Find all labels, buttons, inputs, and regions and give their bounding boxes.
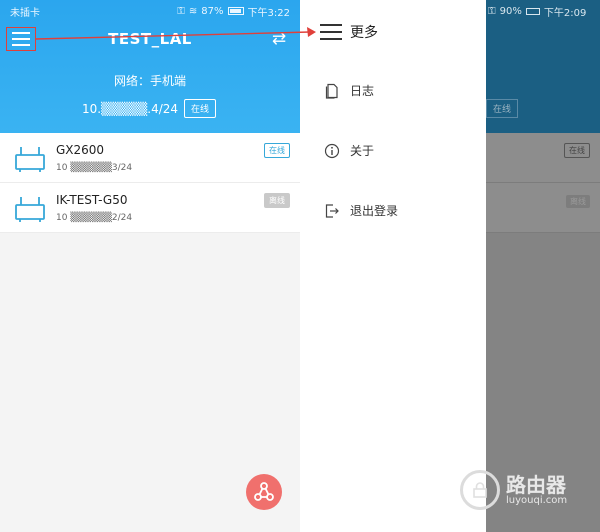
key-icon: ⚿ <box>177 5 185 17</box>
device-row: 离线 <box>486 183 600 233</box>
carrier-text: 未插卡 <box>10 7 40 19</box>
device-ip: 10 ▒▒▒▒▒▒2/24 <box>56 213 133 223</box>
device-row[interactable]: GX2600 10 ▒▒▒▒▒▒3/24 在线 <box>0 133 300 183</box>
battery-icon <box>227 7 244 15</box>
swap-icon[interactable]: ⇄ <box>268 29 290 49</box>
device-ip-prefix: 10 <box>56 213 68 223</box>
device-ip-suffix: 2/24 <box>111 213 133 223</box>
battery-percent: 90% <box>499 5 522 17</box>
ip-prefix: 10. <box>82 101 102 116</box>
clock: 下午3:22 <box>247 7 290 19</box>
screenshot-root: 未插卡 ⚿ ≋ 87% 下午3:22 TEST_LAL ⇄ 网络：手机端 10.… <box>0 0 600 532</box>
document-icon <box>325 83 338 99</box>
device-ip: 10 ▒▒▒▒▒▒3/24 <box>56 163 133 173</box>
status-bar: ⚿ 90% 下午2:09 <box>486 0 600 22</box>
status-bar: 未插卡 ⚿ ≋ 87% 下午3:22 <box>0 0 300 22</box>
watermark-brand: 路由器 <box>506 472 566 497</box>
battery-icon <box>525 7 540 15</box>
online-badge: 在线 <box>184 99 217 118</box>
topology-fab-button[interactable] <box>246 474 282 510</box>
ip-blurred: ▒▒▒▒▒ <box>101 101 148 116</box>
phone-main-screen: 未插卡 ⚿ ≋ 87% 下午3:22 TEST_LAL ⇄ 网络：手机端 10.… <box>0 0 300 532</box>
clock: 下午2:09 <box>543 7 587 19</box>
battery-percent: 87% <box>201 5 224 17</box>
device-name: IK-TEST-G50 <box>56 193 128 207</box>
watermark-site: luyouqi.com <box>506 494 568 506</box>
drawer-item-logout[interactable]: 退出登录 <box>324 202 398 219</box>
drawer-item-label: 退出登录 <box>350 204 399 218</box>
ip-address: 10.▒▒▒▒▒.4/24 <box>82 102 178 116</box>
drawer-item-log[interactable]: 日志 <box>324 82 374 99</box>
status-badge-online: 在线 <box>264 143 290 158</box>
status-right: ⚿ ≋ 87% 下午3:22 <box>177 4 290 19</box>
dimmed-header: ⚿ 90% 下午2:09 在线 <box>486 0 600 133</box>
drawer-item-about[interactable]: 关于 <box>324 142 374 159</box>
drawer-item-label: 日志 <box>350 84 375 98</box>
phone-drawer-screen: 更多 日志 关于 退出登录 ⚿ 90% 下午2:09 在线 在线 离线 <box>300 0 600 532</box>
drawer-title: 更多 <box>350 25 378 41</box>
dimmed-overlay[interactable]: ⚿ 90% 下午2:09 在线 在线 离线 <box>486 0 600 532</box>
status-badge-offline: 离线 <box>264 193 290 208</box>
device-ip-prefix: 10 <box>56 163 68 173</box>
device-row[interactable]: IK-TEST-G50 10 ▒▒▒▒▒▒2/24 离线 <box>0 183 300 233</box>
side-drawer: 更多 日志 关于 退出登录 <box>300 0 486 532</box>
ip-suffix: .4/24 <box>147 101 179 116</box>
page-title: TEST_LAL <box>108 30 192 48</box>
watermark-text: 路由器 luyouqi.com <box>506 475 567 506</box>
key-icon: ⚿ <box>488 5 496 17</box>
main-header: 未插卡 ⚿ ≋ 87% 下午3:22 TEST_LAL ⇄ 网络：手机端 10.… <box>0 0 300 133</box>
drawer-header[interactable]: 更多 <box>320 22 378 42</box>
dimmed-device-list: 在线 离线 <box>486 133 600 233</box>
watermark: 路由器 luyouqi.com <box>460 470 567 510</box>
network-topology-icon <box>254 482 274 501</box>
device-row: 在线 <box>486 133 600 183</box>
router-icon <box>15 147 45 172</box>
device-ip-suffix: 3/24 <box>111 163 133 173</box>
ip-row: 10.▒▒▒▒▒.4/24 在线 <box>82 99 217 118</box>
info-icon <box>324 143 340 158</box>
status-badge-online: 在线 <box>564 143 590 158</box>
lock-icon <box>460 470 500 510</box>
online-badge: 在线 <box>486 99 519 118</box>
logout-icon <box>325 203 339 218</box>
device-list: GX2600 10 ▒▒▒▒▒▒3/24 在线 IK-TEST-G50 10 ▒… <box>0 133 300 233</box>
device-name: GX2600 <box>56 143 105 157</box>
network-label: 网络：手机端 <box>113 74 186 88</box>
hamburger-icon <box>320 24 342 40</box>
wifi-icon: ≋ <box>188 5 198 17</box>
status-badge-offline: 离线 <box>566 195 590 208</box>
drawer-item-label: 关于 <box>350 144 375 158</box>
router-icon <box>15 197 45 222</box>
